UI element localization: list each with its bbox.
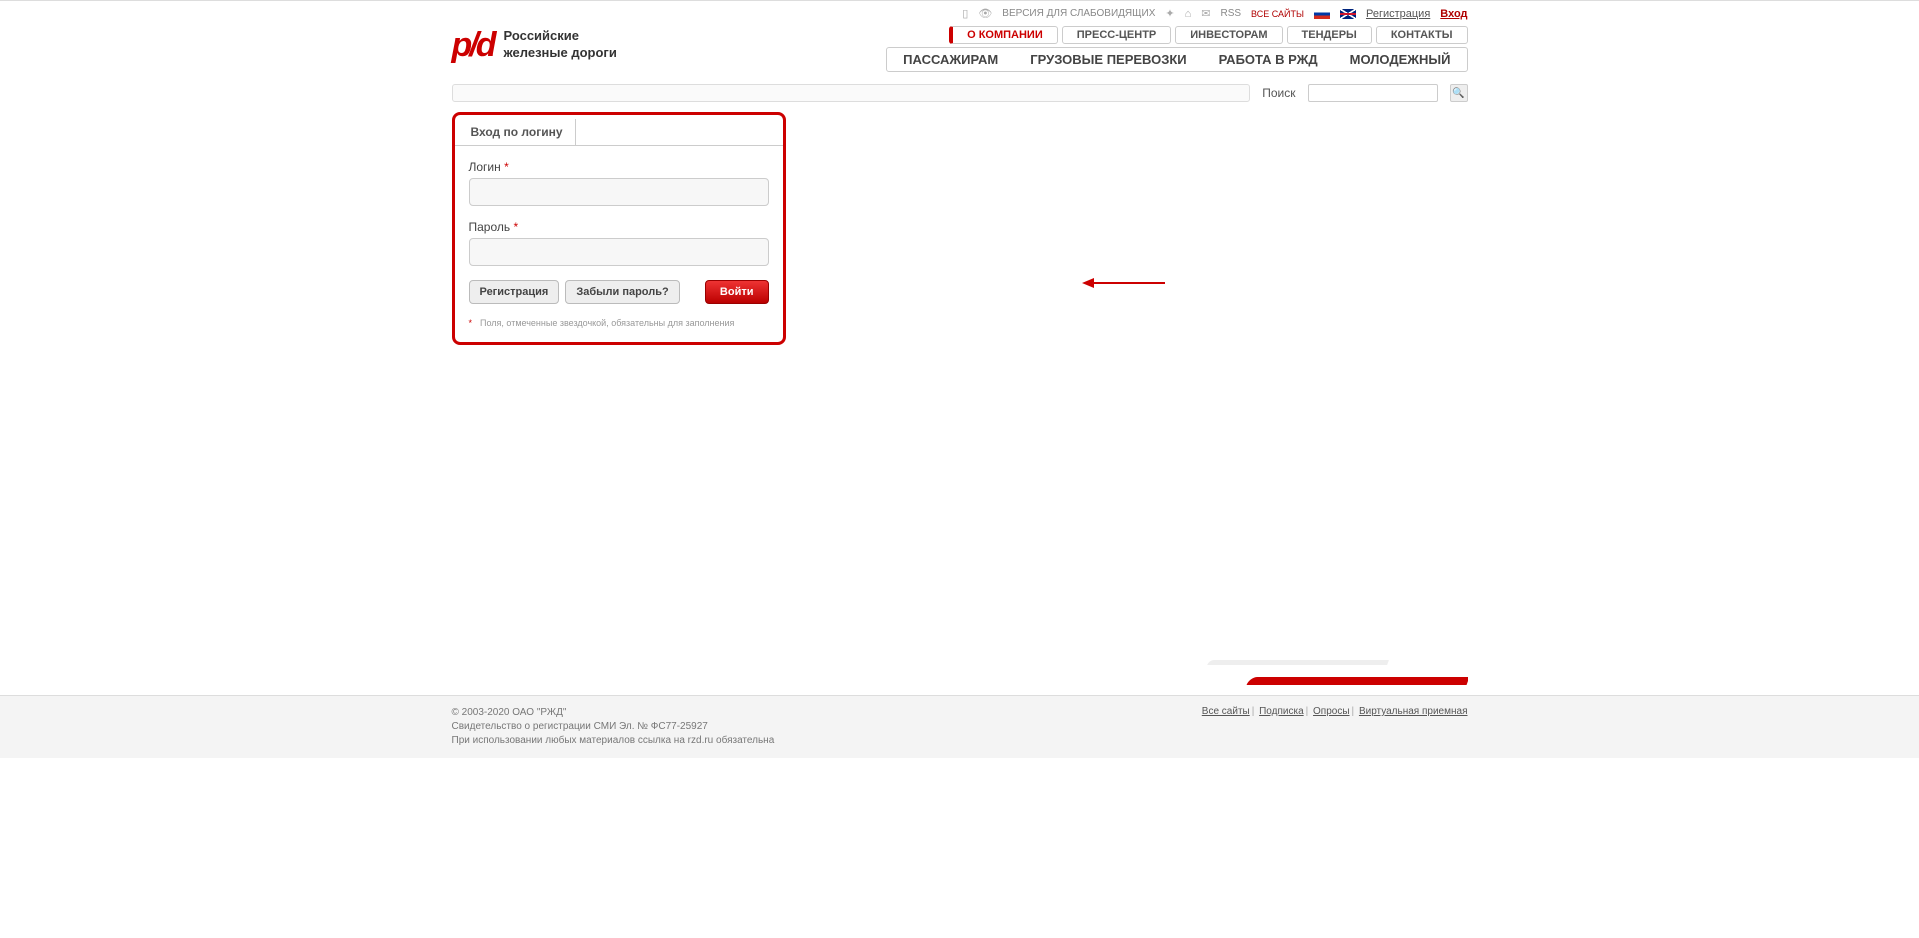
home-icon[interactable]: ⌂ xyxy=(1185,8,1192,20)
breadcrumb-bar xyxy=(452,84,1251,102)
rss-link[interactable]: RSS xyxy=(1220,8,1241,19)
all-sites-link[interactable]: ВСЕ САЙТЫ xyxy=(1251,9,1304,19)
footer: © 2003-2020 ОАО "РЖД" Свидетельство о ре… xyxy=(0,695,1919,758)
nav-tab-contacts[interactable]: КОНТАКТЫ xyxy=(1376,26,1468,44)
flag-en-icon[interactable] xyxy=(1340,9,1356,19)
register-button[interactable]: Регистрация xyxy=(469,280,560,304)
logo-mark: p/d xyxy=(452,28,494,62)
footer-decoration xyxy=(452,625,1468,695)
nav-main-jobs[interactable]: РАБОТА В РЖД xyxy=(1203,48,1334,71)
login-field-label: Логин * xyxy=(469,160,769,174)
register-link[interactable]: Регистрация xyxy=(1366,8,1430,20)
nav-tabs: О КОМПАНИИ ПРЕСС-ЦЕНТР ИНВЕСТОРАМ ТЕНДЕР… xyxy=(886,26,1467,44)
nav-tab-about[interactable]: О КОМПАНИИ xyxy=(949,26,1058,44)
eye-icon[interactable]: 👁 xyxy=(978,7,992,20)
password-input[interactable] xyxy=(469,238,769,266)
footer-link-subscribe[interactable]: Подписка xyxy=(1259,706,1304,717)
login-link[interactable]: Вход xyxy=(1440,8,1467,20)
annotation-arrow-icon xyxy=(1080,273,1170,293)
logo[interactable]: p/d Российские железные дороги xyxy=(452,26,617,62)
footer-copyright: © 2003-2020 ОАО "РЖД" xyxy=(452,706,775,720)
login-tab[interactable]: Вход по логину xyxy=(459,119,576,146)
search-icon: 🔍 xyxy=(1452,88,1464,99)
logo-text: Российские железные дороги xyxy=(503,28,616,62)
footer-usage: При использовании любых материалов ссылк… xyxy=(452,734,775,748)
password-field-label: Пароль * xyxy=(469,220,769,234)
nav-tab-tenders[interactable]: ТЕНДЕРЫ xyxy=(1287,26,1372,44)
login-input[interactable] xyxy=(469,178,769,206)
search-input[interactable] xyxy=(1308,84,1438,102)
mail-icon[interactable]: ✉ xyxy=(1201,7,1210,20)
login-panel: Вход по логину Логин * Пароль * Регистра… xyxy=(452,112,786,345)
settings-icon[interactable]: ✦ xyxy=(1165,7,1174,20)
accessibility-link[interactable]: ВЕРСИЯ ДЛЯ СЛАБОВИДЯЩИХ xyxy=(1002,8,1155,19)
footer-link-all-sites[interactable]: Все сайты xyxy=(1202,706,1250,717)
nav-main-youth[interactable]: МОЛОДЕЖНЫЙ xyxy=(1334,48,1467,71)
nav-main: ПАССАЖИРАМ ГРУЗОВЫЕ ПЕРЕВОЗКИ РАБОТА В Р… xyxy=(886,47,1467,72)
search-button[interactable]: 🔍 xyxy=(1450,84,1468,102)
nav-main-freight[interactable]: ГРУЗОВЫЕ ПЕРЕВОЗКИ xyxy=(1014,48,1202,71)
required-note: *Поля, отмеченные звездочкой, обязательн… xyxy=(469,318,769,328)
search-label: Поиск xyxy=(1262,86,1295,100)
flag-ru-icon[interactable] xyxy=(1314,9,1330,19)
forgot-password-button[interactable]: Забыли пароль? xyxy=(565,280,679,304)
utility-bar: ▯ 👁 ВЕРСИЯ ДЛЯ СЛАБОВИДЯЩИХ ✦ ⌂ ✉ RSS ВС… xyxy=(452,1,1468,26)
submit-button[interactable]: Войти xyxy=(705,280,769,304)
mobile-icon[interactable]: ▯ xyxy=(962,7,968,20)
footer-link-virtual[interactable]: Виртуальная приемная xyxy=(1359,706,1468,717)
nav-tab-investors[interactable]: ИНВЕСТОРАМ xyxy=(1175,26,1282,44)
footer-cert: Свидетельство о регистрации СМИ Эл. № ФС… xyxy=(452,720,775,734)
nav-tab-press[interactable]: ПРЕСС-ЦЕНТР xyxy=(1062,26,1172,44)
footer-link-polls[interactable]: Опросы xyxy=(1313,706,1350,717)
nav-main-passengers[interactable]: ПАССАЖИРАМ xyxy=(887,48,1014,71)
